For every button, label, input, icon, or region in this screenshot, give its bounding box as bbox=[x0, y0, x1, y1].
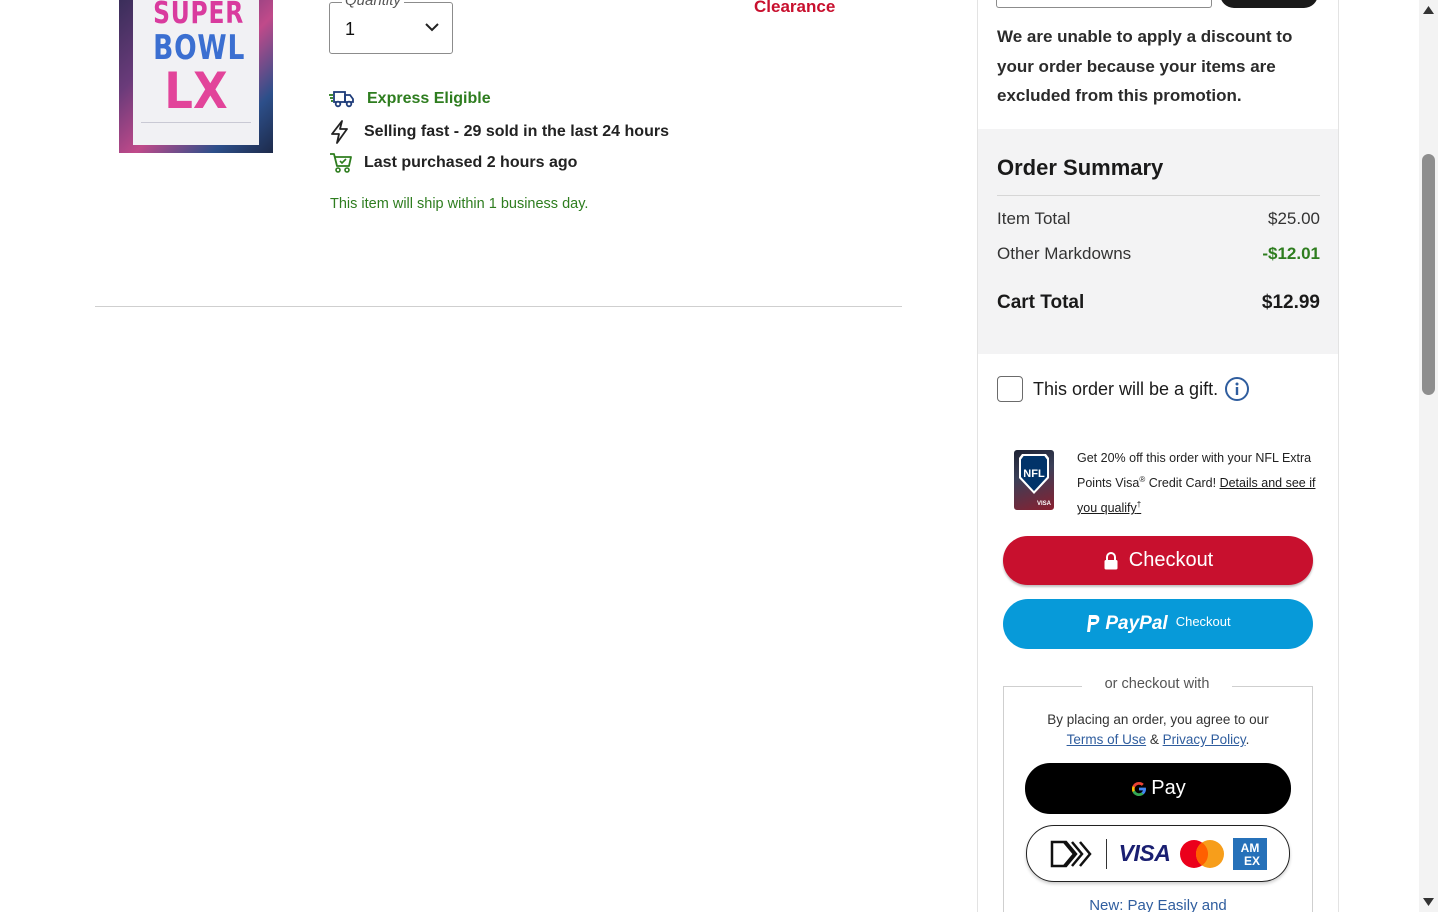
amex-line-2: EX bbox=[1244, 854, 1260, 868]
summary-label: Other Markdowns bbox=[997, 244, 1132, 263]
mastercard-logo-icon bbox=[1180, 839, 1225, 868]
cart-total-label: Cart Total bbox=[997, 292, 1085, 313]
google-pay-label: Pay bbox=[1151, 777, 1186, 799]
paypal-checkout-button[interactable]: PayPal Checkout bbox=[1003, 599, 1313, 649]
terms-of-use-link[interactable]: Terms of Use bbox=[1067, 732, 1147, 747]
clearance-badge: Clearance bbox=[754, 0, 836, 16]
gift-label: This order will be a gift. bbox=[1033, 378, 1219, 399]
google-g-icon bbox=[1132, 781, 1147, 796]
summary-label: Item Total bbox=[997, 209, 1071, 228]
agree-text: By placing an order, you agree to our bbox=[1047, 712, 1269, 727]
agreement-text: By placing an order, you agree to our Te… bbox=[1030, 710, 1286, 750]
paypal-wordmark: PayPal bbox=[1105, 613, 1168, 634]
card-payment-button[interactable]: VISA AM EX bbox=[1026, 825, 1290, 882]
promo-code-input[interactable] bbox=[996, 0, 1212, 8]
card-brand-text: VISA bbox=[1036, 501, 1051, 507]
card-pay-logo-icon bbox=[1050, 840, 1092, 867]
feature-text: Last purchased 2 hours ago bbox=[364, 154, 578, 171]
shipping-note: This item will ship within 1 business da… bbox=[330, 196, 589, 212]
nfl-credit-card-image: NFL VISA bbox=[1014, 450, 1054, 510]
promo-apply-button[interactable] bbox=[1220, 0, 1318, 8]
feature-last-purchased: Last purchased 2 hours ago bbox=[329, 152, 577, 174]
poster-footer bbox=[141, 122, 251, 138]
credit-card-offer-text: Get 20% off this order with your NFL Ext… bbox=[1077, 447, 1317, 519]
scroll-down-arrow-icon[interactable] bbox=[1422, 896, 1435, 908]
scrollbar[interactable] bbox=[1419, 0, 1438, 912]
scrollbar-thumb[interactable] bbox=[1422, 154, 1435, 395]
feature-selling-fast: Selling fast - 29 sold in the last 24 ho… bbox=[329, 120, 669, 144]
checkout-button[interactable]: Checkout bbox=[1003, 536, 1313, 585]
gift-option: This order will be a gift. bbox=[997, 376, 1250, 402]
lock-icon bbox=[1104, 551, 1118, 569]
quantity-value: 1 bbox=[345, 19, 356, 39]
gift-checkbox[interactable] bbox=[997, 376, 1023, 402]
amex-logo-icon: AM EX bbox=[1233, 837, 1268, 870]
promo-error-message: We are unable to apply a discount to you… bbox=[997, 27, 1293, 105]
privacy-policy-link[interactable]: Privacy Policy bbox=[1163, 732, 1246, 747]
offer-text-2: Credit Card! bbox=[1145, 476, 1220, 491]
feature-express-eligible: Express Eligible bbox=[329, 88, 491, 110]
lightning-bolt-icon bbox=[329, 120, 355, 144]
truck-icon bbox=[329, 88, 355, 110]
cart-total-value: $12.99 bbox=[1261, 292, 1320, 313]
item-divider bbox=[95, 306, 902, 307]
agree-end: . bbox=[1245, 732, 1250, 747]
agree-and: & bbox=[1146, 732, 1163, 747]
summary-row-item-total: Item Total $25.00 bbox=[997, 209, 1320, 229]
shopping-cart-icon bbox=[329, 152, 355, 174]
nfl-card-text: NFL bbox=[1023, 468, 1045, 480]
poster-text-super: SUPER bbox=[153, 0, 245, 31]
feature-text: Selling fast - 29 sold in the last 24 ho… bbox=[364, 123, 669, 140]
chevron-down-icon bbox=[425, 23, 439, 32]
order-summary-title: Order Summary bbox=[997, 155, 1164, 180]
summary-value: $25.00 bbox=[1268, 209, 1320, 228]
paypal-sub-label: Checkout bbox=[1175, 613, 1231, 629]
dagger-mark: † bbox=[1136, 500, 1142, 510]
scroll-up-arrow-icon[interactable] bbox=[1422, 4, 1435, 16]
info-icon[interactable] bbox=[1224, 376, 1250, 402]
checkout-button-label: Checkout bbox=[1128, 549, 1214, 571]
quantity-label: Quantity bbox=[342, 0, 404, 9]
amex-line-1: AM bbox=[1241, 841, 1260, 855]
quantity-select[interactable]: Quantity 1 bbox=[329, 0, 453, 54]
summary-divider bbox=[997, 195, 1320, 196]
visa-logo: VISA bbox=[1118, 840, 1171, 866]
summary-value: -$12.01 bbox=[1262, 244, 1320, 263]
feature-text: Express Eligible bbox=[367, 90, 491, 107]
new-pay-link[interactable]: New: Pay Easily and bbox=[1020, 897, 1296, 912]
google-pay-button[interactable]: Pay bbox=[1025, 763, 1291, 814]
summary-row-cart-total: Cart Total $12.99 bbox=[997, 292, 1320, 314]
poster-text-lx: LX bbox=[164, 62, 228, 120]
summary-row-markdowns: Other Markdowns -$12.01 bbox=[997, 244, 1320, 264]
paypal-logo-icon bbox=[1087, 615, 1100, 632]
card-logo-separator bbox=[1105, 838, 1107, 869]
alt-checkout-legend: or checkout with bbox=[1082, 676, 1232, 692]
product-image[interactable]: SUPER BOWL LX bbox=[119, 0, 273, 153]
